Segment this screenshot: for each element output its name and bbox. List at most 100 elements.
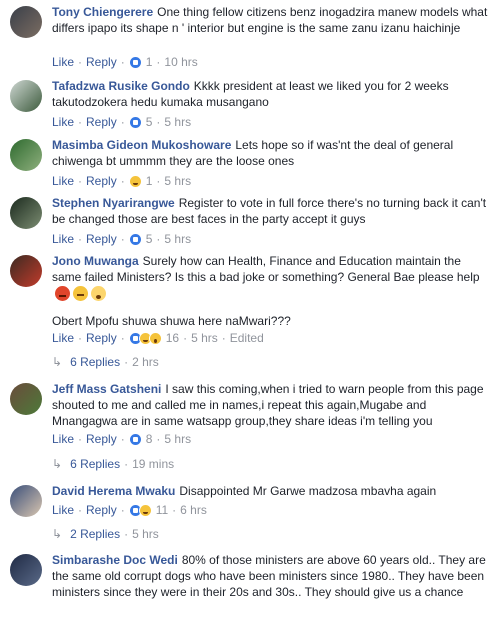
comment-timestamp[interactable]: 5 hrs (164, 173, 191, 189)
separator: · (156, 232, 161, 246)
comment-body: Jeff Mass Gatsheni I saw this coming,when… (52, 381, 489, 429)
avatar[interactable] (10, 383, 42, 415)
reply-button[interactable]: Reply (86, 231, 117, 247)
reaction-summary[interactable] (128, 432, 142, 446)
haha-reaction-icon (138, 503, 152, 517)
reply-button[interactable]: Reply (86, 173, 117, 189)
separator: · (156, 55, 161, 69)
separator: · (78, 503, 83, 517)
separator: · (78, 55, 83, 69)
comment-timestamp[interactable]: 6 hrs (180, 502, 207, 518)
reply-button[interactable]: Reply (86, 54, 117, 70)
comment-body: Simbarashe Doc Wedi 80% of those minister… (52, 552, 489, 600)
avatar[interactable] (10, 255, 42, 287)
replies-timestamp: 19 mins (132, 457, 175, 471)
replies-row[interactable]: ↳ 6 Replies · 2 hrs (52, 354, 159, 370)
separator: · (156, 115, 161, 129)
reply-button[interactable]: Reply (86, 330, 117, 346)
comment-author[interactable]: Jono Muwanga (52, 254, 139, 268)
like-button[interactable]: Like (52, 114, 74, 130)
reaction-count: 8 (145, 432, 153, 446)
separator: · (172, 503, 177, 517)
reaction-summary[interactable] (128, 232, 142, 246)
reaction-count: 5 (145, 232, 153, 246)
edited-label[interactable]: Edited (230, 330, 264, 346)
comment-body: Jono Muwanga Surely how can Health, Finan… (52, 253, 489, 329)
comment-actions: Like · Reply · 1 · 5 hrs (52, 173, 191, 189)
like-reaction-icon (128, 55, 142, 69)
comment-author[interactable]: Simbarashe Doc Wedi (52, 553, 178, 567)
view-replies-link[interactable]: 6 Replies (70, 456, 120, 472)
separator: · (221, 331, 226, 345)
comment-timestamp[interactable]: 10 hrs (164, 54, 197, 70)
reaction-summary[interactable] (128, 115, 142, 129)
like-button[interactable]: Like (52, 54, 74, 70)
separator: · (120, 331, 125, 345)
haha-reaction-icon (128, 174, 142, 188)
comment-timestamp[interactable]: 5 hrs (164, 231, 191, 247)
avatar[interactable] (10, 139, 42, 171)
wow-reaction-icon (148, 331, 162, 345)
comment-body: Tony Chiengerere One thing fellow citizen… (52, 4, 489, 36)
reaction-summary[interactable] (128, 55, 142, 69)
comment-actions: Like · Reply · 5 · 5 hrs (52, 231, 191, 247)
reaction-summary[interactable] (128, 331, 162, 345)
like-reaction-icon (128, 432, 142, 446)
comment-actions: Like · Reply · 16 · 5 hrs · Edited (52, 330, 264, 346)
like-button[interactable]: Like (52, 431, 74, 447)
like-button[interactable]: Like (52, 502, 74, 518)
reply-arrow-icon: ↳ (52, 355, 63, 369)
avatar[interactable] (10, 485, 42, 517)
comment-author[interactable]: Tafadzwa Rusike Gondo (52, 79, 190, 93)
reaction-count: 16 (165, 331, 180, 345)
reply-arrow-icon: ↳ (52, 527, 63, 541)
comment-actions: Like · Reply · 8 · 5 hrs (52, 431, 191, 447)
view-replies-link[interactable]: 6 Replies (70, 354, 120, 370)
like-button[interactable]: Like (52, 173, 74, 189)
separator: · (124, 457, 129, 471)
comment-author[interactable]: Tony Chiengerere (52, 5, 153, 19)
replies-row[interactable]: ↳ 2 Replies · 5 hrs (52, 526, 159, 542)
like-button[interactable]: Like (52, 231, 74, 247)
reaction-count: 11 (155, 503, 169, 517)
avatar[interactable] (10, 197, 42, 229)
separator: · (120, 232, 125, 246)
comment-author[interactable]: Stephen Nyarirangwe (52, 196, 175, 210)
separator: · (156, 174, 161, 188)
view-replies-link[interactable]: 2 Replies (70, 526, 120, 542)
comment-author[interactable]: Masimba Gideon Mukoshoware (52, 138, 231, 152)
comment-timestamp[interactable]: 5 hrs (164, 431, 191, 447)
avatar[interactable] (10, 554, 42, 586)
comment-author[interactable]: Jeff Mass Gatsheni (52, 382, 161, 396)
reaction-count: 1 (145, 174, 153, 188)
like-reaction-icon (128, 115, 142, 129)
reaction-summary[interactable] (128, 503, 152, 517)
like-reaction-icon (128, 232, 142, 246)
replies-timestamp: 5 hrs (132, 527, 159, 541)
emoji-row (55, 286, 106, 302)
separator: · (120, 174, 125, 188)
avatar[interactable] (10, 6, 42, 38)
reaction-count: 1 (145, 55, 153, 69)
comment-body: Masimba Gideon Mukoshoware Lets hope so i… (52, 137, 489, 169)
comment-timestamp[interactable]: 5 hrs (164, 114, 191, 130)
reply-button[interactable]: Reply (86, 502, 117, 518)
comment-actions: Like · Reply · 1 · 10 hrs (52, 54, 198, 70)
comment-timestamp[interactable]: 5 hrs (191, 330, 218, 346)
dizzy-emoji-icon (91, 286, 106, 302)
separator: · (78, 174, 83, 188)
reply-button[interactable]: Reply (86, 114, 117, 130)
reply-button[interactable]: Reply (86, 431, 117, 447)
separator: · (120, 115, 125, 129)
comment-text-followup: Obert Mpofu shuwa shuwa here naMwari??? (52, 314, 291, 329)
reaction-summary[interactable] (128, 174, 142, 188)
comment-actions: Like · Reply · 5 · 5 hrs (52, 114, 191, 130)
comment-author[interactable]: David Herema Mwaku (52, 484, 175, 498)
replies-row[interactable]: ↳ 6 Replies · 19 mins (52, 456, 174, 472)
confounded-emoji-icon (73, 286, 88, 302)
comment-actions: Like · Reply · 11 · 6 hrs (52, 502, 207, 518)
separator: · (78, 432, 83, 446)
reaction-count: 5 (145, 115, 153, 129)
like-button[interactable]: Like (52, 330, 74, 346)
avatar[interactable] (10, 80, 42, 112)
